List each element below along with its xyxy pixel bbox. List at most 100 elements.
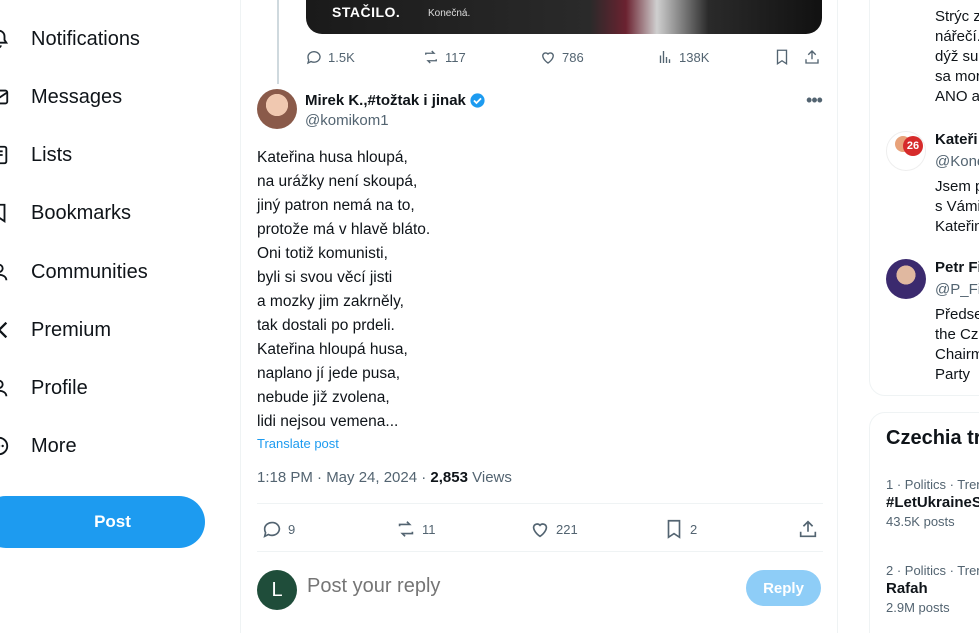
repost-count: 11 [422, 521, 436, 537]
prev-bookmark-button[interactable] [773, 48, 791, 66]
trend-category: 1 · Politics · Tren [886, 477, 979, 492]
account-bio: Jsem p s Vámi Kateřin [935, 177, 979, 237]
reply-button[interactable]: 9 [261, 518, 295, 540]
account-badge: 26 [903, 136, 923, 156]
trend-item[interactable]: 2 · Politics · Tren Rafah 2.9M posts [886, 563, 979, 615]
bio-line: Chairm [935, 346, 979, 363]
account-name: Petr Fi [935, 259, 979, 276]
prev-views-button[interactable]: 138K [656, 48, 709, 66]
trend-tag: #LetUkraineS [886, 494, 979, 511]
list-icon [0, 145, 8, 165]
bio-line: the Cze [935, 326, 979, 343]
bookmark-icon [667, 519, 681, 539]
media-caption: STAČILO. [332, 4, 401, 20]
post-line: Oni totiž komunisti, [257, 245, 388, 262]
who-to-follow-card: Strýc z nářečí. dýž su sa mor ANO a 26 K… [869, 0, 979, 396]
bio-line: Party [935, 366, 971, 383]
account-handle: @P_Fia [935, 281, 979, 298]
repost-icon [425, 50, 437, 64]
divider [257, 503, 823, 504]
views-count: 138K [679, 49, 710, 65]
verified-badge-icon [470, 93, 485, 108]
bookmark-icon [0, 203, 6, 223]
bio-line: dýž su [935, 48, 979, 65]
account-bio: Strýc z nářečí. dýž su sa mor ANO a [935, 7, 979, 107]
trend-item[interactable]: 1 · Politics · Tren #LetUkraineS 43.5K p… [886, 477, 979, 529]
post-line: lidi nejsou vemena... [257, 413, 399, 430]
post-detail-column: STAČILO. Konečná. 1.5K 117 786 138K Mire… [240, 0, 838, 633]
bell-icon [0, 29, 9, 48]
post-line: protože má v hlavě bláto. [257, 221, 431, 238]
post-more-options-icon[interactable]: ••• [803, 90, 825, 110]
bookmark-button[interactable]: 2 [663, 518, 697, 540]
prev-repost-button[interactable]: 117 [422, 48, 466, 66]
author-handle[interactable]: @komikom1 [305, 112, 389, 129]
nav-label: Bookmarks [31, 201, 132, 224]
repost-button[interactable]: 11 [395, 518, 436, 540]
share-button[interactable] [797, 518, 819, 540]
post-line: jiný patron nemá na to, [257, 197, 415, 214]
reply-input[interactable] [307, 575, 707, 598]
bio-line: ANO a [935, 88, 979, 105]
sidebar-nav: Notifications Messages Lists Bookmarks C… [0, 0, 240, 633]
account-name: Kateři [935, 131, 978, 148]
current-user-avatar[interactable]: L [257, 570, 297, 610]
account-avatar: 26 [886, 131, 926, 171]
nav-label: Communities [31, 260, 148, 283]
post-timestamp[interactable]: 1:18 PM · May 24, 2024 · 2,853 Views [257, 469, 512, 486]
bio-line: Jsem p [935, 178, 979, 195]
bio-line: s Vámi [935, 198, 979, 215]
reply-count: 1.5K [328, 49, 355, 65]
reply-count: 9 [288, 521, 296, 537]
trend-count: 43.5K posts [886, 514, 955, 529]
trend-tag: Rafah [886, 580, 928, 597]
person-icon [0, 379, 8, 397]
x-logo-icon [0, 321, 8, 339]
nav-label: Messages [31, 85, 123, 108]
post-button[interactable]: Post [0, 496, 205, 548]
post-line: Kateřina husa hloupá, [257, 149, 408, 166]
like-count: 221 [556, 521, 578, 537]
author-name[interactable]: Mirek K.,#tožtak i jinak [305, 92, 486, 109]
prev-reply-button[interactable]: 1.5K [305, 48, 355, 66]
bio-line: nářečí. [935, 28, 979, 45]
people-icon [0, 263, 8, 281]
right-sidebar: Strýc z nářečí. dýž su sa mor ANO a 26 K… [869, 0, 979, 633]
prev-like-button[interactable]: 786 [539, 48, 584, 66]
thread-connector-line [277, 0, 279, 84]
account-bio: Předse the Cze Chairm Party [935, 305, 979, 385]
post-line: byli si svou věcí jisti [257, 269, 393, 286]
reply-icon [306, 51, 321, 65]
bio-line: Kateřin [935, 218, 979, 235]
repost-count: 117 [445, 49, 466, 65]
post-views-count: 2,853 [430, 469, 468, 486]
nav-label: More [31, 434, 77, 457]
nav-label: Lists [31, 143, 73, 166]
previous-post-media[interactable]: STAČILO. Konečná. [306, 0, 822, 34]
trend-category: 2 · Politics · Tren [886, 563, 979, 578]
prev-share-button[interactable] [803, 48, 821, 66]
analytics-icon [659, 51, 671, 63]
divider [257, 551, 823, 552]
account-handle: @Kone [935, 153, 979, 170]
like-count: 786 [562, 49, 584, 65]
account-avatar [886, 259, 926, 299]
bio-line: Strýc z [935, 8, 979, 25]
reply-icon [263, 521, 281, 538]
post-text: Kateřina husa hloupá, na urážky není sko… [257, 146, 817, 434]
bio-line: Předse [935, 306, 979, 323]
post-line: a mozky jim zakrněly, [257, 293, 404, 310]
more-circle-icon [0, 436, 9, 456]
author-avatar[interactable] [257, 89, 297, 129]
share-icon [799, 520, 817, 538]
post-line: na urážky není skoupá, [257, 173, 418, 190]
bookmark-icon [776, 49, 788, 66]
author-display-name: Mirek K.,#tožtak i jinak [305, 92, 466, 109]
like-button[interactable]: 221 [529, 518, 578, 540]
repost-icon [398, 521, 414, 537]
bookmark-count: 2 [690, 521, 698, 537]
reply-submit-button[interactable]: Reply [746, 570, 821, 606]
trend-count: 2.9M posts [886, 600, 950, 615]
translate-post-link[interactable]: Translate post [257, 436, 339, 451]
media-subcaption: Konečná. [428, 8, 471, 19]
